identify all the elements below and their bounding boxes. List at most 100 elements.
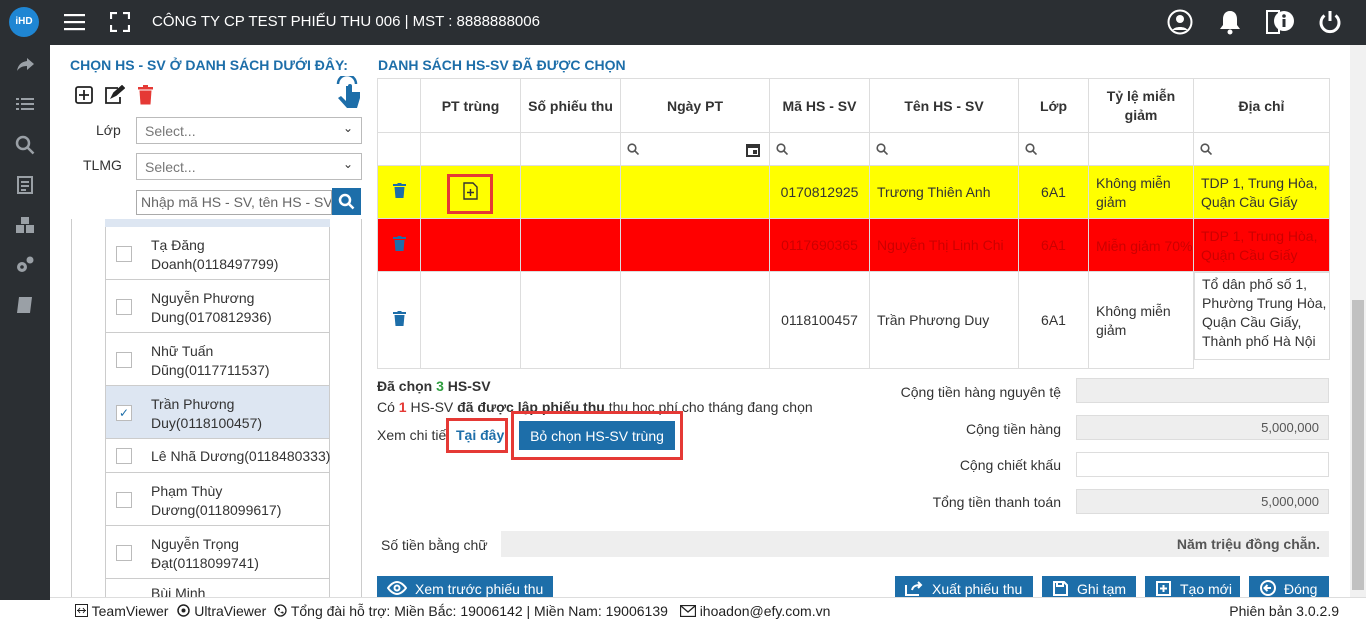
boxes-icon[interactable] [15, 215, 35, 235]
col-header-dia-chi[interactable]: Địa chỉ [1193, 78, 1330, 133]
left-sidebar [0, 45, 50, 600]
save-icon [1053, 581, 1068, 596]
detail-link[interactable]: Tại đây [456, 427, 504, 443]
list-item[interactable]: Tạ Đăng Doanh(0118497799) [105, 227, 330, 280]
trash-icon[interactable] [392, 236, 406, 251]
filter-ngay-pt[interactable] [620, 132, 770, 166]
table-header-row: PT trùng Số phiếu thu Ngày PT Mã HS - SV… [377, 78, 1330, 133]
save-draft-button[interactable]: Ghi tạm [1042, 576, 1136, 598]
discount-field[interactable] [1076, 452, 1329, 477]
list-item[interactable]: Nguyễn Trọng Đạt(0118099741) [105, 526, 330, 579]
delete-icon[interactable] [137, 85, 154, 105]
user-icon[interactable] [1167, 9, 1193, 35]
row-delete-cell [377, 271, 421, 369]
list-item-selected[interactable]: ✓ Trần Phương Duy(0118100457) [105, 386, 330, 439]
power-icon[interactable] [1317, 9, 1343, 35]
list-item[interactable]: Phạm Thùy Dương(0118099617) [105, 473, 330, 526]
total-original-currency-field [1076, 378, 1329, 403]
document-icon[interactable] [15, 175, 35, 195]
ngay-pt-cell [620, 271, 770, 369]
scrollbar-thumb[interactable] [1352, 300, 1364, 590]
student-name: Lê Nhã Dương(0118480333) [151, 448, 331, 464]
close-button[interactable]: Đóng [1249, 576, 1329, 598]
gears-icon[interactable] [15, 255, 35, 275]
col-header-so-phieu-thu[interactable]: Số phiếu thu [520, 78, 621, 133]
ty-le-cell: Miễn giảm 70% [1088, 218, 1194, 272]
duplicate-cell [420, 271, 521, 369]
duplicate-cell [420, 218, 521, 272]
checkbox[interactable] [116, 545, 132, 561]
row-delete-cell [377, 165, 421, 219]
list-item[interactable]: Nhữ Tuấn Dũng(0117711537) [105, 333, 330, 386]
select-tlmg[interactable]: Select... ⌄ [136, 153, 362, 180]
dup-mid: HS-SV [406, 399, 458, 415]
student-name: Nguyễn Phương Dung(0170812936) [151, 290, 272, 325]
ngay-pt-cell [620, 165, 770, 219]
total-payment-field: 5,000,000 [1076, 489, 1329, 514]
select-lop[interactable]: Select... ⌄ [136, 117, 362, 144]
list-item[interactable]: Bùi Minh [105, 579, 330, 597]
search-icon[interactable] [15, 135, 35, 155]
col-header-pt-trung[interactable]: PT trùng [420, 78, 521, 133]
checkbox[interactable] [116, 299, 132, 315]
app-logo[interactable]: iHD [9, 7, 39, 37]
ten-hs-sv-cell: Nguyễn Thị Linh Chi [869, 218, 1019, 272]
filter-lop[interactable] [1018, 132, 1089, 166]
ultraviewer-link[interactable]: UltraViewer [194, 603, 266, 619]
trash-icon[interactable] [392, 311, 406, 326]
list-scrollbar[interactable] [362, 219, 376, 597]
list-icon[interactable] [15, 95, 35, 115]
calendar-icon[interactable] [746, 142, 760, 157]
checkbox-checked[interactable]: ✓ [116, 405, 132, 421]
deselect-duplicate-button[interactable]: Bỏ chọn HS-SV trùng [519, 421, 675, 450]
checkbox[interactable] [116, 448, 132, 464]
selected-summary: Đã chọn 3 HS-SV [377, 378, 491, 394]
book-icon[interactable] [15, 295, 35, 315]
deselect-button-box: Bỏ chọn HS-SV trùng [511, 411, 683, 460]
dup-count: 1 [398, 399, 407, 415]
fullscreen-icon[interactable] [110, 12, 130, 32]
student-list[interactable]: Tạ Đăng Doanh(0118497799) Nguyễn Phương … [71, 219, 362, 597]
filter-dia-chi[interactable] [1193, 132, 1330, 166]
student-name: Nguyễn Trọng Đạt(0118099741) [151, 536, 259, 571]
col-header-ngay-pt[interactable]: Ngày PT [620, 78, 770, 133]
col-header-ten-hs-sv[interactable]: Tên HS - SV [869, 78, 1019, 133]
filter-cell [420, 132, 521, 166]
student-search-button[interactable] [332, 188, 361, 215]
so-phieu-thu-cell [520, 271, 621, 369]
total-label: Cộng tiền hàng [966, 421, 1061, 437]
email-link[interactable]: ihoadon@efy.com.vn [700, 603, 831, 619]
checkbox[interactable] [116, 492, 132, 508]
filter-ma-hs-sv[interactable] [769, 132, 870, 166]
teamviewer-link[interactable]: TeamViewer [92, 603, 169, 619]
list-item[interactable]: Nguyễn Phương Dung(0170812936) [105, 280, 330, 333]
student-name: Bùi Minh [151, 585, 206, 597]
col-header-lop[interactable]: Lớp [1018, 78, 1089, 133]
filter-row [377, 132, 1330, 166]
search-icon [338, 193, 355, 210]
bell-icon[interactable] [1218, 9, 1242, 35]
touch-pointer-icon[interactable] [332, 76, 362, 110]
share-icon[interactable] [15, 55, 35, 75]
preview-receipt-button[interactable]: Xem trước phiếu thu [377, 576, 553, 598]
share-icon [905, 581, 923, 596]
filter-ten-hs-sv[interactable] [869, 132, 1019, 166]
student-search-input[interactable]: Nhập mã HS - SV, tên HS - SV [136, 190, 332, 215]
list-item[interactable]: Lê Nhã Dương(0118480333) [105, 439, 330, 473]
col-header-ty-le-mien-giam[interactable]: Tỷ lệ miễn giảm [1088, 78, 1194, 133]
footer-links: TeamViewer UltraViewer Tổng đài hỗ trợ: … [75, 603, 830, 619]
checkbox[interactable] [116, 246, 132, 262]
info-icon[interactable] [1265, 8, 1295, 36]
edit-icon[interactable] [104, 85, 125, 104]
total-goods-field: 5,000,000 [1076, 415, 1329, 440]
col-header-ma-hs-sv[interactable]: Mã HS - SV [769, 78, 870, 133]
search-icon [1025, 143, 1037, 155]
trash-icon[interactable] [392, 183, 406, 198]
export-receipt-button[interactable]: Xuất phiếu thu [895, 576, 1033, 598]
page-scrollbar[interactable] [1350, 45, 1366, 597]
menu-icon[interactable] [64, 13, 85, 31]
add-icon[interactable] [75, 86, 93, 104]
create-new-button[interactable]: Tạo mới [1145, 576, 1240, 598]
phone-icon [274, 604, 287, 617]
checkbox[interactable] [116, 352, 132, 368]
